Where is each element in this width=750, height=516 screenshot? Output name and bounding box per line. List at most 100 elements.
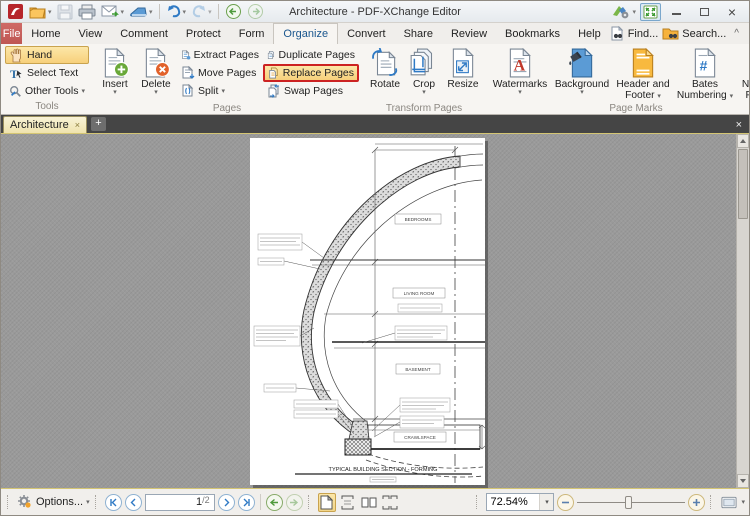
delete-page-icon: [145, 48, 170, 78]
background-icon: [569, 48, 593, 78]
new-tab-button[interactable]: +: [90, 117, 106, 131]
tab-organize[interactable]: Organize: [273, 23, 339, 44]
email-button[interactable]: ▾: [99, 2, 127, 21]
tab-home[interactable]: Home: [22, 23, 69, 44]
zoom-in-button[interactable]: [688, 493, 706, 511]
next-page-button[interactable]: [217, 493, 235, 511]
resize-pages-button[interactable]: Resize: [443, 46, 483, 102]
tab-comment[interactable]: Comment: [111, 23, 177, 44]
zoom-level-input[interactable]: [487, 496, 540, 508]
tab-form[interactable]: Form: [230, 23, 274, 44]
bates-numbering-button[interactable]: # Bates Numbering ▾: [673, 46, 737, 102]
history-forward-button[interactable]: [285, 493, 303, 511]
delete-pages-button[interactable]: Delete ▾: [135, 46, 177, 102]
nav-back-button[interactable]: [223, 2, 244, 21]
tab-file[interactable]: File: [1, 23, 23, 44]
minimize-button[interactable]: [663, 3, 689, 20]
zoom-dropdown-caret-icon[interactable]: ▾: [539, 494, 554, 510]
two-page-continuous-view-button[interactable]: [381, 493, 399, 512]
rotate-pages-button[interactable]: Rotate: [365, 46, 405, 102]
move-pages-button[interactable]: Move Pages: [177, 64, 263, 82]
tab-review[interactable]: Review: [442, 23, 496, 44]
nav-forward-button[interactable]: [245, 2, 266, 21]
duplicate-pages-button[interactable]: Duplicate Pages: [263, 46, 359, 64]
history-back-button[interactable]: [265, 493, 283, 511]
two-page-view-button[interactable]: [360, 493, 378, 512]
zoom-slider[interactable]: [577, 494, 686, 511]
single-page-view-button[interactable]: [317, 492, 336, 512]
document-canvas[interactable]: BEDROOMS LIVING ROOM BASEMENT CRAWLSPACE…: [1, 134, 749, 489]
other-tools-label: Other Tools: [24, 85, 79, 97]
find-button[interactable]: Find...: [610, 26, 658, 41]
redo-button[interactable]: ▾: [189, 2, 214, 21]
maximize-button[interactable]: [691, 3, 717, 20]
extract-pages-button[interactable]: Extract Pages: [177, 46, 263, 64]
zoom-slider-thumb[interactable]: [625, 495, 633, 509]
save-button[interactable]: [55, 2, 75, 21]
fit-options-caret-icon[interactable]: ▾: [741, 498, 745, 506]
previous-page-button[interactable]: [124, 493, 142, 511]
last-page-button[interactable]: [237, 493, 255, 511]
scan-button[interactable]: ▾: [127, 2, 155, 21]
two-page-continuous-view-icon: [382, 495, 398, 509]
tab-share[interactable]: Share: [395, 23, 442, 44]
other-tools-icon: [10, 85, 21, 97]
print-button[interactable]: [76, 2, 98, 21]
select-text-label: Select Text: [27, 67, 79, 79]
scroll-down-button[interactable]: [737, 474, 749, 488]
open-file-button[interactable]: ▾: [27, 2, 54, 21]
dropdown-caret-icon: ▾: [632, 8, 636, 16]
tab-close-icon[interactable]: ×: [75, 120, 80, 130]
annotation-notes: [253, 233, 451, 429]
tab-help[interactable]: Help: [569, 23, 610, 44]
page-number-field[interactable]: 1/2: [144, 493, 215, 511]
dropdown-caret-icon: ▾: [729, 93, 734, 100]
collapse-ribbon-button[interactable]: ^: [730, 28, 743, 39]
replace-pages-icon: [269, 67, 278, 79]
vertical-scrollbar[interactable]: [736, 134, 749, 488]
document-tab-bar: Architecture × + ×: [1, 115, 749, 134]
crop-pages-button[interactable]: Crop ▾: [405, 46, 443, 102]
scroll-up-button[interactable]: [737, 134, 749, 148]
fullscreen-toggle-button[interactable]: [640, 2, 661, 21]
tab-view[interactable]: View: [70, 23, 112, 44]
tab-convert[interactable]: Convert: [338, 23, 395, 44]
document-tab-title: Architecture: [10, 119, 69, 131]
hand-tool-button[interactable]: Hand: [5, 46, 89, 64]
other-tools-button[interactable]: Other Tools ▾: [5, 82, 89, 100]
close-document-button[interactable]: ×: [736, 119, 749, 133]
header-and-footer-label: Header and Footer ▾: [616, 79, 670, 101]
number-pages-button[interactable]: 1..N Number Pages: [737, 46, 749, 102]
tab-protect[interactable]: Protect: [177, 23, 230, 44]
swap-pages-button[interactable]: Swap Pages: [263, 82, 359, 100]
launch-application-button[interactable]: ▾: [609, 2, 638, 21]
pdf-page[interactable]: BEDROOMS LIVING ROOM BASEMENT CRAWLSPACE…: [250, 138, 485, 485]
split-button[interactable]: Split ▾: [177, 82, 263, 100]
background-button[interactable]: Background ▾: [551, 46, 613, 102]
watermarks-button[interactable]: A Watermarks ▾: [489, 46, 551, 102]
history-forward-icon: [290, 498, 299, 506]
undo-button[interactable]: ▾: [164, 2, 189, 21]
status-bar: Options... ▾ 1/2 72.54% ▾ ▾: [1, 489, 749, 515]
scrollbar-thumb[interactable]: [738, 149, 748, 219]
ribbon-group-tools: Hand T Select Text Other Tools ▾ Tools: [3, 46, 91, 114]
previous-page-icon: [130, 498, 136, 506]
insert-pages-button[interactable]: Insert ▾: [95, 46, 135, 102]
zoom-out-button[interactable]: [557, 493, 575, 511]
fit-page-button[interactable]: [720, 493, 738, 512]
select-text-button[interactable]: T Select Text: [5, 64, 89, 82]
replace-pages-button[interactable]: Replace Pages: [263, 64, 359, 82]
continuous-view-button[interactable]: [339, 493, 357, 512]
search-button[interactable]: Search...: [662, 26, 726, 41]
app-logo-icon: [5, 2, 26, 21]
close-button[interactable]: ×: [719, 3, 745, 20]
document-tab-architecture[interactable]: Architecture ×: [3, 116, 87, 133]
zoom-level-combobox[interactable]: ▾: [486, 493, 555, 511]
tab-bookmarks[interactable]: Bookmarks: [496, 23, 569, 44]
forward-arrow-icon: [247, 4, 263, 19]
dropdown-caret-icon: ▾: [149, 8, 153, 16]
options-button[interactable]: Options... ▾: [17, 494, 90, 510]
dropdown-caret-icon: ▾: [182, 8, 187, 16]
first-page-button[interactable]: [104, 493, 122, 511]
header-and-footer-button[interactable]: Header and Footer ▾: [613, 46, 673, 102]
